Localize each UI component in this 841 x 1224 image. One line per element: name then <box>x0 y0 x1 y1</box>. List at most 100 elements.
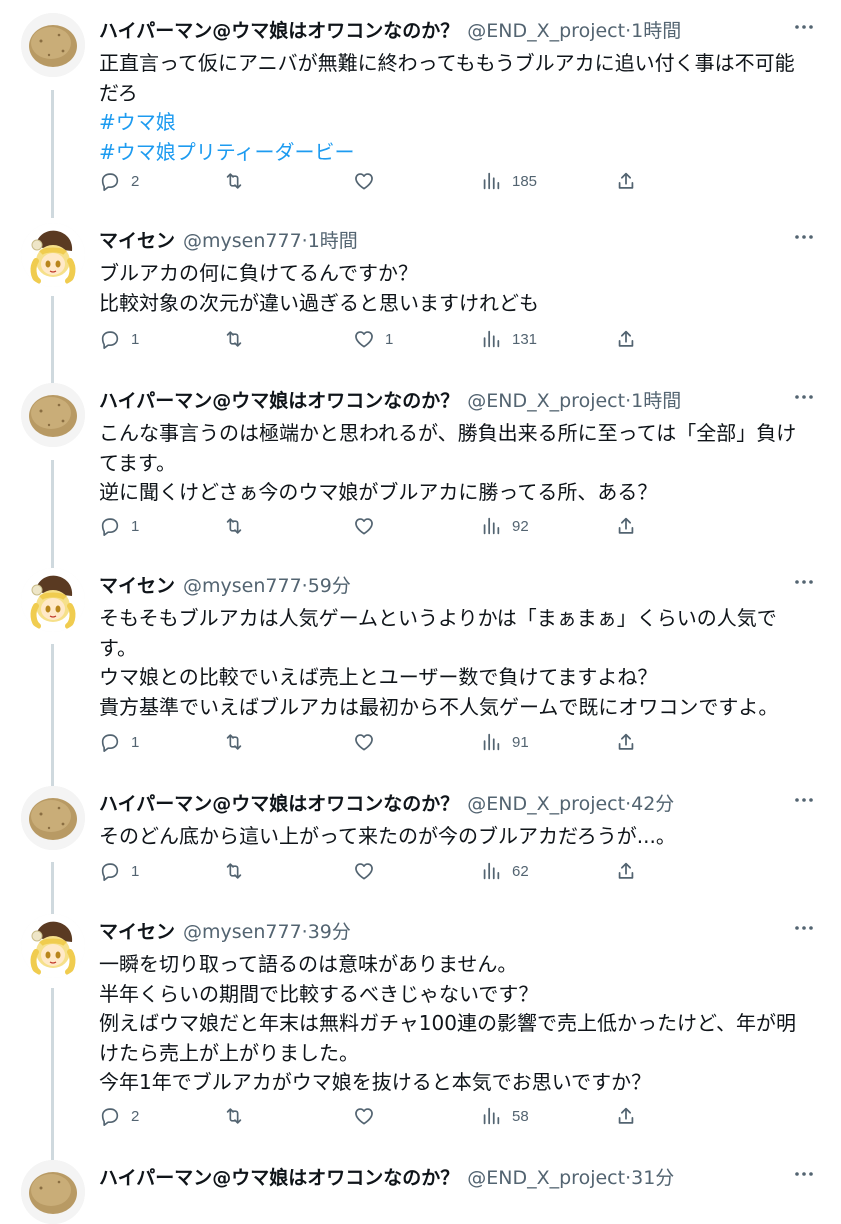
heart-icon <box>355 734 373 751</box>
more-icon[interactable] <box>793 227 815 247</box>
tweet[interactable]: マイセン @mysen777·59分 そもそもブルアカは人気ゲームというよりかは「… <box>0 568 841 768</box>
share-button[interactable] <box>615 169 637 193</box>
tweet-text-line: 一瞬を切り取って語るのは意味がありません。 <box>99 952 518 976</box>
views-button[interactable]: 131 <box>480 327 537 351</box>
like-button[interactable] <box>353 730 375 754</box>
views-chart-icon <box>483 1107 500 1125</box>
reply-icon <box>101 518 119 536</box>
tweet-text-line: そもそもブルアカは人気ゲームというよりかは「まぁまぁ」くらいの人気で <box>99 606 777 630</box>
reply-button[interactable]: 2 <box>99 1104 139 1128</box>
display-name[interactable]: ハイパーマン@ウマ娘はオワコンなのか？ <box>99 793 459 815</box>
user-handle[interactable]: @mysen777 <box>183 921 302 943</box>
timestamp[interactable]: 1時間 <box>631 20 681 42</box>
reply-button[interactable]: 1 <box>99 730 139 754</box>
tweet[interactable]: マイセン @mysen777·39分 一瞬を切り取って語るのは意味がありません。 … <box>0 914 841 1144</box>
like-button[interactable] <box>353 169 375 193</box>
views-button[interactable]: 92 <box>480 514 529 538</box>
more-icon[interactable] <box>793 1164 815 1184</box>
heart-icon <box>355 863 373 880</box>
like-button[interactable] <box>353 859 375 883</box>
retweet-button[interactable] <box>223 327 245 351</box>
user-handle[interactable]: @mysen777 <box>183 575 302 597</box>
timestamp[interactable]: 1時間 <box>308 230 358 252</box>
reply-icon <box>101 1108 119 1126</box>
views-chart-icon <box>483 330 500 348</box>
like-count: 1 <box>385 330 394 348</box>
share-button[interactable] <box>615 730 637 754</box>
tweet-actions: 2 58 <box>99 1104 659 1128</box>
reply-button[interactable]: 1 <box>99 514 139 538</box>
more-icon[interactable] <box>793 387 815 407</box>
more-icon[interactable] <box>793 17 815 37</box>
timestamp[interactable]: 1時間 <box>631 390 681 412</box>
share-button[interactable] <box>615 514 637 538</box>
avatar[interactable] <box>21 223 85 287</box>
share-button[interactable] <box>615 859 637 883</box>
user-handle[interactable]: @END_X_project <box>467 1167 625 1189</box>
tweet-text-line: 半年くらいの期間で比較するべきじゃないです？ <box>99 981 539 1006</box>
tweet-text-line: す。 <box>99 635 137 660</box>
tweet-actions: 1 91 <box>99 730 659 754</box>
like-button[interactable]: 1 <box>353 327 393 351</box>
like-button[interactable] <box>353 1104 375 1128</box>
views-button[interactable]: 185 <box>480 169 537 193</box>
more-icon[interactable] <box>793 790 815 810</box>
potato-avatar-icon <box>21 383 85 447</box>
retweet-button[interactable] <box>223 514 245 538</box>
reply-count: 2 <box>131 1107 140 1125</box>
avatar[interactable] <box>21 1160 85 1224</box>
user-handle[interactable]: @mysen777 <box>183 230 302 252</box>
timestamp[interactable]: 31分 <box>631 1167 674 1189</box>
display-name[interactable]: マイセン <box>99 230 175 252</box>
retweet-button[interactable] <box>223 1104 245 1128</box>
user-handle[interactable]: @END_X_project <box>467 793 625 815</box>
tweet-text-line: てます。 <box>99 450 176 475</box>
user-handle[interactable]: @END_X_project <box>467 390 625 412</box>
tweet[interactable]: ハイパーマン@ウマ娘はオワコンなのか？ @END_X_project·1時間 こん… <box>0 383 841 558</box>
reply-button[interactable]: 2 <box>99 169 139 193</box>
avatar[interactable] <box>21 13 85 77</box>
tweet[interactable]: ハイパーマン@ウマ娘はオワコンなのか？ @END_X_project·1時間 正直… <box>0 13 841 213</box>
views-count: 92 <box>512 517 529 535</box>
views-button[interactable]: 62 <box>480 859 529 883</box>
tweet-text: 正直言って仮にアニバが無難に終わってももうブルアカに追い付く事は不可能 だろ #… <box>99 49 815 167</box>
share-icon <box>618 1107 634 1124</box>
views-button[interactable]: 58 <box>480 1104 529 1128</box>
hashtag-link[interactable]: #ウマ娘プリティーダービー <box>99 138 815 168</box>
tweet[interactable]: ハイパーマン@ウマ娘はオワコンなのか？ @END_X_project·42分 その… <box>0 786 841 896</box>
retweet-button[interactable] <box>223 169 245 193</box>
more-icon[interactable] <box>793 572 815 592</box>
timestamp[interactable]: 39分 <box>308 921 351 943</box>
avatar[interactable] <box>21 786 85 850</box>
avatar[interactable] <box>21 568 85 632</box>
avatar[interactable] <box>21 383 85 447</box>
blonde-girl-avatar-icon <box>21 914 85 978</box>
display-name[interactable]: マイセン <box>99 921 175 943</box>
display-name[interactable]: ハイパーマン@ウマ娘はオワコンなのか？ <box>99 390 459 412</box>
user-handle[interactable]: @END_X_project <box>467 20 625 42</box>
display-name[interactable]: ハイパーマン@ウマ娘はオワコンなのか？ <box>99 20 459 42</box>
reply-button[interactable]: 1 <box>99 859 139 883</box>
more-icon[interactable] <box>793 918 815 938</box>
reply-button[interactable]: 1 <box>99 327 139 351</box>
views-button[interactable]: 91 <box>480 730 529 754</box>
retweet-button[interactable] <box>223 730 245 754</box>
like-button[interactable] <box>353 514 375 538</box>
share-button[interactable] <box>615 327 637 351</box>
hashtag-link[interactable]: #ウマ娘 <box>99 108 815 138</box>
tweet[interactable]: ハイパーマン@ウマ娘はオワコンなのか？ @END_X_project·31分 <box>0 1160 841 1224</box>
tweet-header: マイセン @mysen777·59分 <box>99 568 781 604</box>
display-name[interactable]: ハイパーマン@ウマ娘はオワコンなのか？ <box>99 1167 459 1189</box>
views-count: 62 <box>512 862 529 880</box>
tweet[interactable]: マイセン @mysen777·1時間 ブルアカの何に負けてるんですか？ 比較対象の… <box>0 223 841 373</box>
timestamp[interactable]: 42分 <box>631 793 674 815</box>
retweet-button[interactable] <box>223 859 245 883</box>
timestamp[interactable]: 59分 <box>308 575 351 597</box>
avatar[interactable] <box>21 914 85 978</box>
share-button[interactable] <box>615 1104 637 1128</box>
tweet-header: ハイパーマン@ウマ娘はオワコンなのか？ @END_X_project·1時間 <box>99 383 781 419</box>
blonde-girl-avatar-icon <box>21 223 85 287</box>
blonde-girl-avatar-icon <box>21 568 85 632</box>
views-count: 131 <box>512 330 538 348</box>
display-name[interactable]: マイセン <box>99 575 175 597</box>
